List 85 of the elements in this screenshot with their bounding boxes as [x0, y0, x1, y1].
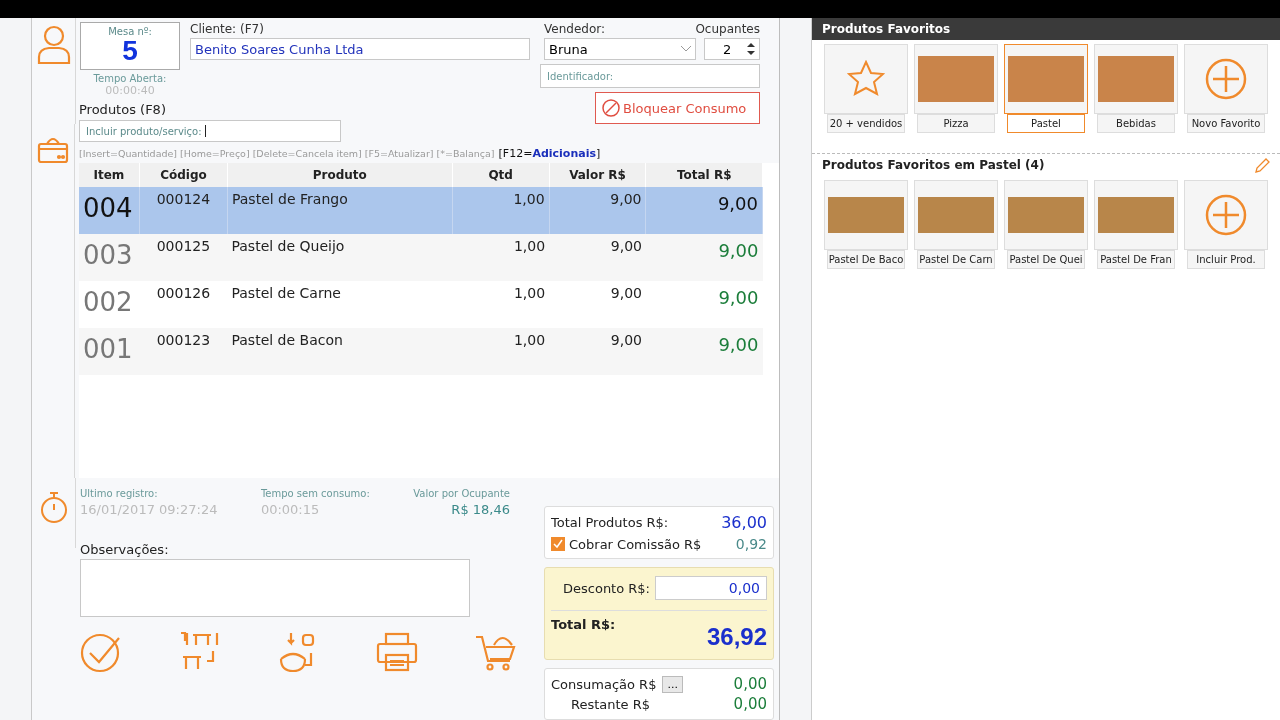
column-header: Item — [79, 163, 140, 187]
commission-label: Cobrar Comissão R$ — [569, 536, 702, 552]
total-cell: 9,00 — [645, 328, 763, 375]
per-occupant-value: R$ 18,46 — [451, 502, 510, 517]
code-cell: 000126 — [139, 281, 228, 328]
product-cell: Pastel de Frango — [227, 187, 453, 234]
order-item-row[interactable]: 004 000124 Pastel de Frango 1,00 9,00 9,00 — [79, 187, 763, 234]
column-header: Produto — [227, 163, 453, 187]
quantity-cell: 1,00 — [452, 187, 550, 234]
product-search-field[interactable]: Incluir produto/serviço: — [79, 120, 341, 142]
checkmark-circle-icon[interactable] — [80, 631, 122, 673]
total-cell: 9,00 — [645, 281, 763, 328]
item-number: 003 — [79, 234, 140, 281]
occupants-spinner[interactable]: 2 — [704, 38, 760, 60]
order-item-row[interactable]: 001 000123 Pastel de Bacon 1,00 9,00 9,00 — [79, 328, 763, 375]
code-cell: 000124 — [139, 187, 228, 234]
order-item-row[interactable]: 002 000126 Pastel de Carne 1,00 9,00 9,00 — [79, 281, 763, 328]
more-button[interactable]: ... — [662, 675, 683, 693]
commission-checkbox[interactable] — [551, 537, 565, 551]
product-cell: Pastel de Carne — [227, 281, 453, 328]
seller-dropdown[interactable]: Bruna — [544, 38, 696, 60]
commission-value: 0,92 — [735, 536, 767, 552]
quantity-cell: 1,00 — [452, 281, 550, 328]
idle-time-label: Tempo sem consumo: — [260, 488, 370, 499]
notes-field[interactable] — [80, 559, 470, 617]
shortcut-hints: [Insert=Quantidade] [Home=Preço] [Delete=Cancela item] [F5=Atualizar] [*=Balança] — [79, 148, 495, 159]
notes-label: Observações: — [80, 542, 170, 557]
code-cell: 000125 — [139, 234, 228, 281]
last-record-value: 16/01/2017 09:27:24 — [80, 502, 218, 517]
idle-time-value: 00:00:15 — [260, 502, 321, 517]
total-cell: 9,00 — [645, 187, 763, 234]
chevron-down-icon — [681, 46, 691, 52]
add-circle-icon — [1205, 194, 1247, 236]
category-favorites-title: Produtos Favoritos em Pastel (4) — [822, 158, 1045, 174]
open-time-value: 00:00:40 — [105, 84, 155, 97]
total-label: Total R$: — [551, 617, 616, 632]
products-total-value: 36,00 — [721, 513, 767, 532]
prohibited-icon — [602, 99, 620, 117]
price-cell: 9,00 — [549, 281, 646, 328]
column-header: Código — [139, 163, 228, 187]
per-occupant-label: Valor por Ocupante — [413, 488, 510, 499]
quantity-cell: 1,00 — [452, 234, 550, 281]
remaining-value: 0,00 — [733, 695, 767, 713]
spin-arrows-icon[interactable] — [747, 42, 755, 56]
products-total-label: Total Produtos R$: — [551, 515, 669, 530]
item-number: 002 — [79, 281, 140, 328]
person-icon — [36, 24, 71, 64]
quantity-cell: 1,00 — [452, 328, 550, 375]
identifier-field[interactable]: Identificador: — [540, 64, 760, 88]
price-cell: 9,00 — [549, 328, 646, 375]
discount-label: Desconto R$: — [563, 580, 650, 596]
remaining-label: Restante R$ — [571, 696, 651, 712]
product-cell: Pastel de Queijo — [227, 234, 453, 281]
item-number: 001 — [79, 328, 140, 375]
item-number: 004 — [79, 187, 140, 234]
total-value: 36,92 — [706, 623, 767, 651]
price-cell: 9,00 — [549, 234, 646, 281]
column-header: Qtd — [452, 163, 550, 187]
table-number-box: Mesa nº: 5 — [80, 22, 180, 70]
last-record-label: Ultimo registro: — [80, 488, 159, 499]
code-cell: 000123 — [139, 328, 228, 375]
pencil-icon[interactable] — [1254, 158, 1270, 174]
seller-label: Vendedor: — [544, 22, 606, 36]
product-cell: Pastel de Bacon — [227, 328, 453, 375]
column-header: Valor R$ — [549, 163, 646, 187]
client-field[interactable]: Benito Soares Cunha Ltda — [190, 38, 530, 60]
discount-field[interactable]: 0,00 — [655, 576, 767, 600]
price-cell: 9,00 — [549, 187, 646, 234]
total-cell: 9,00 — [645, 234, 763, 281]
client-label: Cliente: (F7) — [190, 22, 265, 36]
consumption-value: 0,00 — [733, 675, 767, 693]
favorites-header: Produtos Favoritos — [812, 18, 1280, 40]
block-consumption-button[interactable]: Bloquear Consumo — [595, 92, 760, 124]
additionals-shortcut: [F12=Adicionais] — [498, 147, 601, 160]
printer-icon[interactable] — [375, 631, 418, 673]
consumption-label: Consumação R$ — [551, 676, 657, 692]
column-header: Total R$ — [645, 163, 763, 187]
star-icon — [847, 60, 885, 98]
stopwatch-icon — [38, 490, 69, 524]
open-time-label: Tempo Aberta: — [93, 73, 167, 84]
text-cursor — [204, 125, 206, 137]
add-circle-icon — [1205, 58, 1247, 100]
products-title: Produtos (F8) — [79, 102, 166, 117]
occupants-label: Ocupantes — [695, 22, 760, 36]
order-item-row[interactable]: 003 000125 Pastel de Queijo 1,00 9,00 9,00 — [79, 234, 763, 281]
